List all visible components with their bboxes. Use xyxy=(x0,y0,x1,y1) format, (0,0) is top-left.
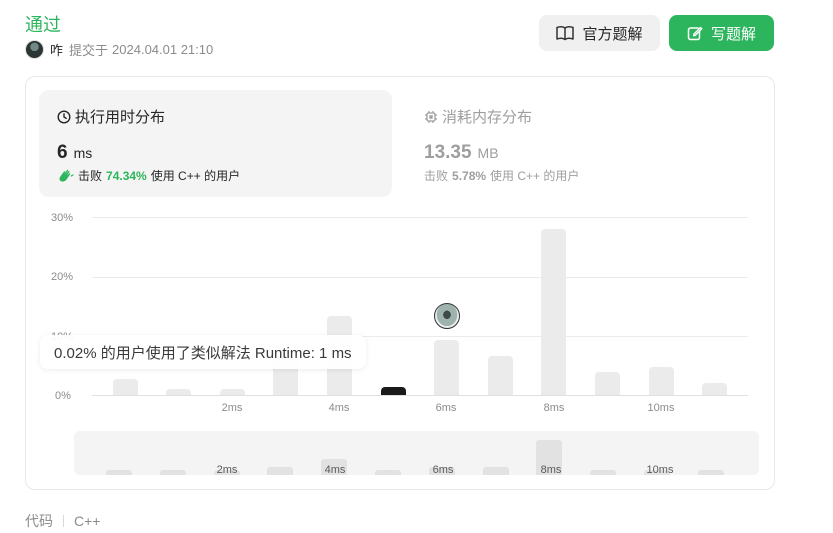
y-tick-label: 0% xyxy=(55,390,71,402)
runtime-beat-pct: 74.34% xyxy=(106,168,147,183)
overview-bar xyxy=(267,467,294,475)
user-name[interactable]: 咋 xyxy=(50,40,63,59)
runtime-value: 6 ms xyxy=(57,142,92,164)
write-solution-label: 写题解 xyxy=(710,25,756,43)
chart-bar[interactable] xyxy=(648,367,674,395)
chart-bar[interactable] xyxy=(219,389,245,395)
code-language[interactable]: C++ xyxy=(74,513,100,529)
chart-bar[interactable] xyxy=(434,340,460,395)
overview-label: 4ms xyxy=(324,464,346,475)
my-submission-avatar xyxy=(434,303,460,329)
edit-icon xyxy=(687,26,703,41)
submitted-prefix: 提交于 xyxy=(69,43,109,58)
y-tick-label: 30% xyxy=(51,212,74,224)
memory-beat-suffix: 使用 C++ 的用户 xyxy=(490,169,580,183)
memory-title-label: 消耗内存分布 xyxy=(442,109,533,126)
write-solution-button[interactable]: 写题解 xyxy=(669,15,774,51)
gridline xyxy=(92,217,748,218)
memory-title[interactable]: 消耗内存分布 xyxy=(424,106,532,127)
x-tick-label: 6ms xyxy=(435,402,457,414)
memory-unit: MB xyxy=(477,145,499,161)
overview-bar xyxy=(375,469,401,475)
chart-tooltip: 0.02% 的用户使用了类似解法 Runtime: 1 ms xyxy=(40,335,366,369)
memory-beat: 击败 5.78% 使用 C++ 的用户 xyxy=(424,167,579,184)
official-solution-label: 官方题解 xyxy=(582,25,643,43)
overview-bar xyxy=(159,469,186,475)
submission-status: 通过 xyxy=(25,15,61,35)
gridline xyxy=(92,277,748,278)
clock-icon xyxy=(57,109,71,124)
overview-bar xyxy=(106,469,132,475)
submission-meta: 咋 提交于 2024.04.01 21:10 xyxy=(25,40,213,59)
overview-label: 2ms xyxy=(216,464,238,475)
submitted-time: 2024.04.01 21:10 xyxy=(112,42,214,57)
chart-bar[interactable] xyxy=(112,378,138,395)
book-icon xyxy=(556,26,575,41)
chart-bar[interactable] xyxy=(166,389,192,395)
x-tick-label: 8ms xyxy=(543,402,565,414)
memory-value: 13.35 MB xyxy=(424,142,499,164)
memory-number: 13.35 xyxy=(424,142,472,163)
chart-bar[interactable] xyxy=(702,382,728,395)
chart-bar[interactable] xyxy=(594,371,620,395)
y-tick-label: 20% xyxy=(51,271,74,283)
overview-label: 10ms xyxy=(646,464,674,475)
code-footer: 代码 C++ xyxy=(25,511,100,531)
clap-icon xyxy=(59,169,74,182)
code-label: 代码 xyxy=(25,513,53,529)
x-tick-label: 4ms xyxy=(328,402,350,414)
memory-beat-pct: 5.78% xyxy=(452,168,487,183)
runtime-title: 执行用时分布 xyxy=(57,106,165,127)
chip-icon xyxy=(425,110,437,123)
overview-bar xyxy=(482,467,509,475)
overview-label: 8ms xyxy=(540,464,562,475)
overview-label: 6ms xyxy=(432,464,454,475)
chart-bar-selected[interactable] xyxy=(380,387,406,395)
divider xyxy=(63,515,64,527)
runtime-unit: ms xyxy=(73,145,93,161)
runtime-number: 6 xyxy=(57,142,68,163)
x-tick-label: 2ms xyxy=(221,402,243,414)
runtime-beat-suffix: 使用 C++ 的用户 xyxy=(150,169,241,183)
memory-beat-prefix: 击败 xyxy=(424,169,449,183)
official-solution-button[interactable]: 官方题解 xyxy=(539,15,660,51)
overview-bar xyxy=(697,469,724,475)
avatar[interactable] xyxy=(25,40,44,59)
x-axis-line xyxy=(92,395,748,396)
chart-bar[interactable] xyxy=(487,356,513,395)
runtime-beat-prefix: 击败 xyxy=(78,169,103,183)
range-overview[interactable]: 2ms 4ms 6ms 8ms 10ms xyxy=(74,431,759,475)
overview-bar xyxy=(590,469,617,475)
runtime-beat: 击败 74.34% 使用 C++ 的用户 xyxy=(57,167,240,184)
chart-bar[interactable] xyxy=(541,228,567,395)
runtime-title-label: 执行用时分布 xyxy=(75,109,166,126)
x-tick-label: 10ms xyxy=(647,402,675,414)
